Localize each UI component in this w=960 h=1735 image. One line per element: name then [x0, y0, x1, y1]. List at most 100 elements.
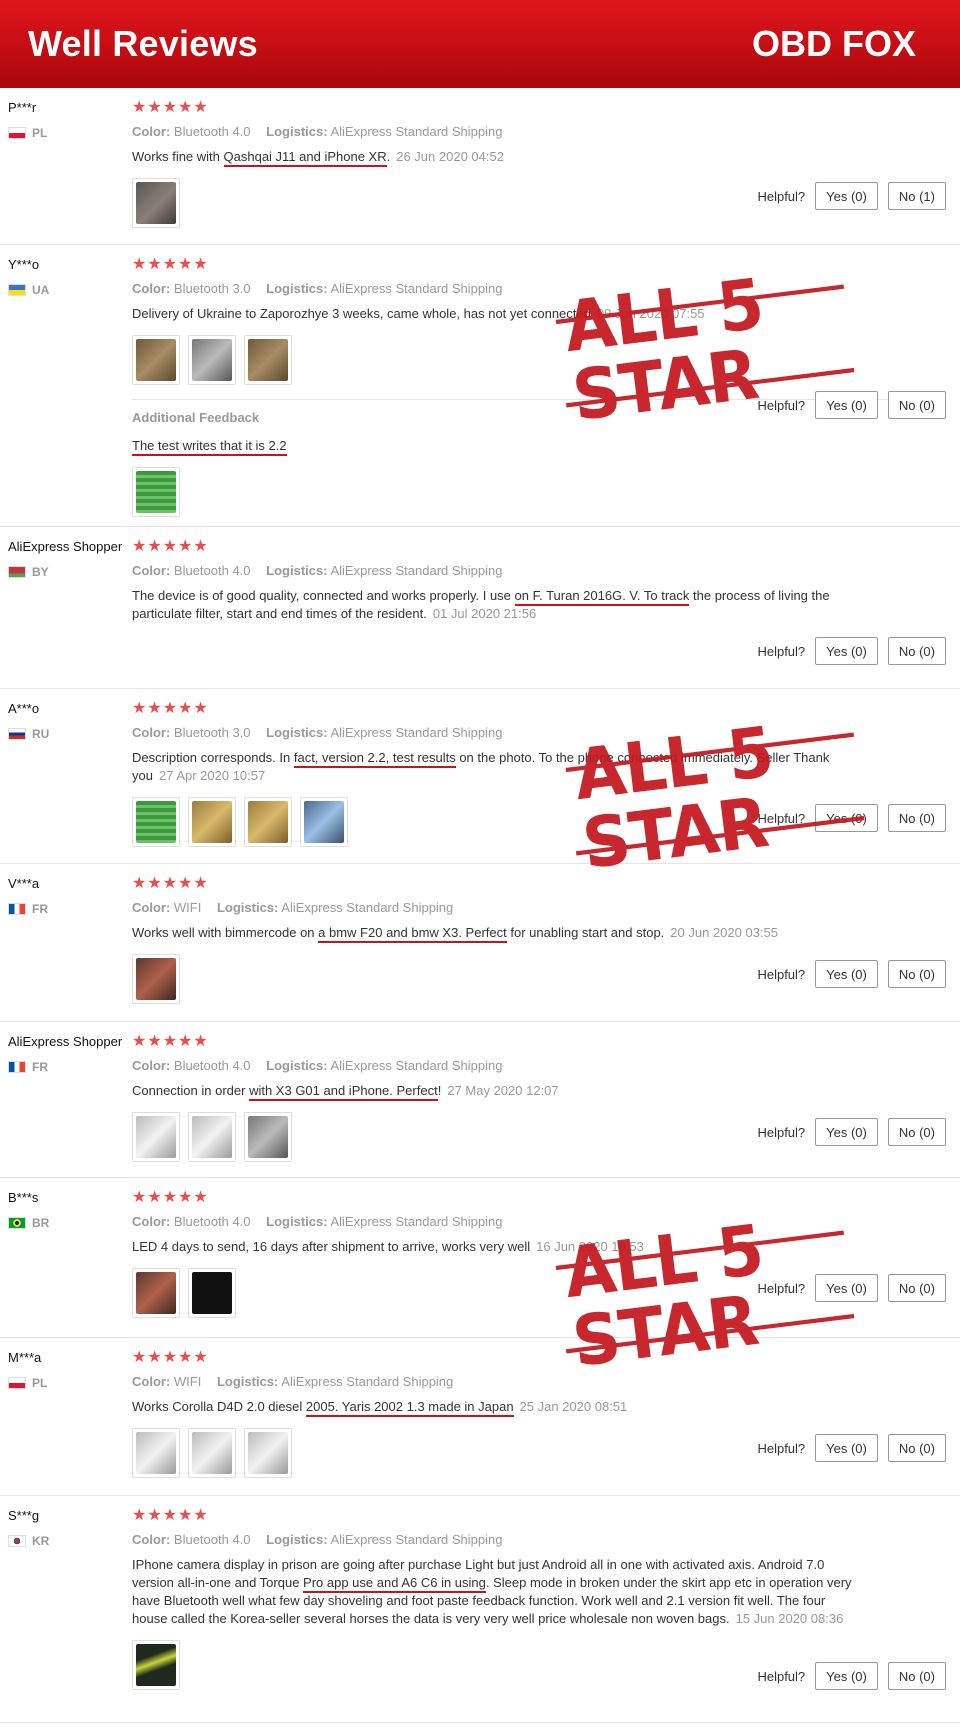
- helpful-no-button[interactable]: No (0): [887, 391, 946, 419]
- review-item: S***g KR ★★★★★ Color: Bluetooth 4.0 Logi…: [0, 1496, 960, 1723]
- reviewer-name: B***s: [8, 1190, 39, 1205]
- review-photo[interactable]: [244, 1112, 292, 1162]
- review-date: 20 Jun 2020 03:55: [670, 925, 779, 940]
- reviewer-country: KR: [8, 1534, 49, 1548]
- review-photo[interactable]: [132, 797, 180, 847]
- helpful-no-button[interactable]: No (0): [887, 1274, 946, 1302]
- review-date: 25 Jan 2020 08:51: [519, 1399, 628, 1414]
- helpful-no-button[interactable]: No (0): [887, 960, 946, 988]
- helpful-no-button[interactable]: No (0): [887, 637, 946, 665]
- review-text: Works Corolla D4D 2.0 diesel 2005. Yaris…: [132, 1398, 852, 1417]
- review-text: Description corresponds. In fact, versio…: [132, 750, 830, 783]
- star-rating: ★★★★★: [132, 1349, 209, 1366]
- review-text: Works fine with Qashqai J11 and iPhone X…: [132, 148, 852, 167]
- flag-fr-icon: [8, 903, 26, 915]
- helpful-no-button[interactable]: No (0): [887, 1434, 946, 1462]
- review-text: IPhone camera display in prison are goin…: [132, 1557, 852, 1626]
- helpful-yes-button[interactable]: Yes (0): [815, 1662, 878, 1690]
- helpful-no-button[interactable]: No (0): [887, 1118, 946, 1146]
- review-item: P***r PL ★★★★★ Color: Bluetooth 4.0 Logi…: [0, 88, 960, 245]
- helpful-no-button[interactable]: No (0): [887, 804, 946, 832]
- star-rating: ★★★★★: [132, 256, 209, 273]
- helpful-no-button[interactable]: No (0): [887, 1662, 946, 1690]
- flag-by-icon: [8, 566, 26, 578]
- helpful-yes-button[interactable]: Yes (0): [815, 1118, 878, 1146]
- review-text: Works well with bimmercode on a bmw F20 …: [132, 924, 852, 943]
- review-photo[interactable]: [132, 1268, 180, 1318]
- review-date: 27 May 2020 12:07: [447, 1083, 559, 1098]
- flag-ua-icon: [8, 284, 26, 296]
- star-rating: ★★★★★: [132, 1189, 209, 1206]
- review-photo[interactable]: [188, 335, 236, 385]
- flag-kr-icon: [8, 1535, 26, 1547]
- flag-pl-icon: [8, 127, 26, 139]
- review-photo[interactable]: [300, 797, 348, 847]
- review-item: AliExpress Shopper BY ★★★★★ Color: Bluet…: [0, 527, 960, 689]
- reviewer-country: RU: [8, 727, 49, 741]
- review-item: V***a FR ★★★★★ Color: WIFI Logistics: Al…: [0, 864, 960, 1022]
- review-photo[interactable]: [188, 1112, 236, 1162]
- review-text: Delivery of Ukraine to Zaporozhye 3 week…: [132, 306, 705, 321]
- reviewer-name: AliExpress Shopper: [8, 1034, 123, 1049]
- helpful-controls: Helpful? Yes (0) No (0): [757, 1434, 946, 1462]
- review-photo[interactable]: [188, 1428, 236, 1478]
- review-photo[interactable]: [244, 1428, 292, 1478]
- review-photo[interactable]: [244, 797, 292, 847]
- review-photo[interactable]: [244, 335, 292, 385]
- helpful-no-button[interactable]: No (1): [887, 182, 946, 210]
- review-meta: Color: Bluetooth 4.0 Logistics: AliExpre…: [132, 1532, 503, 1547]
- brand-name: OBD FOX: [751, 23, 916, 64]
- helpful-controls: Helpful? Yes (0) No (1): [757, 182, 946, 210]
- review-photo[interactable]: [188, 797, 236, 847]
- review-photo[interactable]: [132, 1640, 180, 1690]
- reviewer-name: AliExpress Shopper: [8, 539, 123, 554]
- review-photo[interactable]: [132, 467, 180, 517]
- helpful-yes-button[interactable]: Yes (0): [815, 960, 878, 988]
- helpful-controls: Helpful? Yes (0) No (0): [757, 1662, 946, 1690]
- reviewer-country: FR: [8, 1060, 48, 1074]
- helpful-controls: Helpful? Yes (0) No (0): [757, 960, 946, 988]
- helpful-yes-button[interactable]: Yes (0): [815, 1274, 878, 1302]
- review-item: AliExpress Shopper FR ★★★★★ Color: Bluet…: [0, 1022, 960, 1178]
- flag-pl-icon: [8, 1377, 26, 1389]
- review-photo[interactable]: [188, 1268, 236, 1318]
- review-item: M***a PL ★★★★★ Color: WIFI Logistics: Al…: [0, 1338, 960, 1496]
- reviewer-name: A***o: [8, 701, 40, 716]
- review-text: Connection in order with X3 G01 and iPho…: [132, 1082, 852, 1101]
- helpful-controls: Helpful? Yes (0) No (0): [757, 1118, 946, 1146]
- helpful-yes-button[interactable]: Yes (0): [815, 182, 878, 210]
- reviewer-name: Y***o: [8, 257, 40, 272]
- star-rating: ★★★★★: [132, 875, 209, 892]
- reviewer-country: BR: [8, 1216, 49, 1230]
- helpful-yes-button[interactable]: Yes (0): [815, 1434, 878, 1462]
- review-photo[interactable]: [132, 1428, 180, 1478]
- review-photo[interactable]: [132, 178, 180, 228]
- helpful-yes-button[interactable]: Yes (0): [815, 391, 878, 419]
- review-date: 16 Jun 2020 19:53: [536, 1239, 644, 1254]
- review-photo[interactable]: [132, 954, 180, 1004]
- review-text: The device is of good quality, connected…: [132, 588, 830, 621]
- review-photo[interactable]: [132, 1112, 180, 1162]
- star-rating: ★★★★★: [132, 700, 209, 717]
- review-date: 26 Jun 2020 04:52: [396, 149, 504, 164]
- review-meta: Color: Bluetooth 4.0 Logistics: AliExpre…: [132, 124, 503, 139]
- reviewer-country: PL: [8, 1376, 47, 1390]
- helpful-controls: Helpful? Yes (0) No (0): [757, 804, 946, 832]
- review-meta: Color: Bluetooth 4.0 Logistics: AliExpre…: [132, 563, 503, 578]
- star-rating: ★★★★★: [132, 538, 209, 555]
- review-photo[interactable]: [132, 335, 180, 385]
- helpful-yes-button[interactable]: Yes (0): [815, 804, 878, 832]
- review-meta: Color: Bluetooth 4.0 Logistics: AliExpre…: [132, 1058, 503, 1073]
- helpful-controls: Helpful? Yes (0) No (0): [757, 391, 946, 419]
- review-item: B***s BR ★★★★★ Color: Bluetooth 4.0 Logi…: [0, 1178, 960, 1338]
- star-rating: ★★★★★: [132, 1507, 209, 1524]
- review-item: Y***o UA ★★★★★ Color: Bluetooth 3.0 Logi…: [0, 245, 960, 527]
- reviewer-name: V***a: [8, 876, 40, 891]
- additional-feedback-text: The test writes that it is 2.2: [132, 437, 852, 456]
- helpful-controls: Helpful? Yes (0) No (0): [757, 637, 946, 665]
- page-header: Well Reviews OBD FOX: [0, 0, 960, 88]
- helpful-yes-button[interactable]: Yes (0): [815, 637, 878, 665]
- reviewer-country: FR: [8, 902, 48, 916]
- reviewer-name: P***r: [8, 100, 37, 115]
- page-title: Well Reviews: [28, 23, 258, 64]
